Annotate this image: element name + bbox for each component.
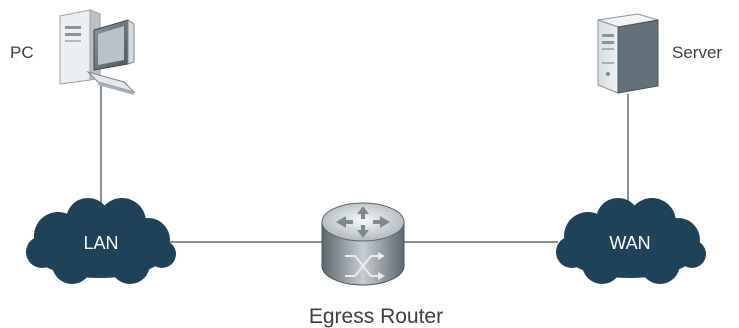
- lan-cloud: LAN: [26, 198, 176, 284]
- pc-label: PC: [10, 43, 34, 62]
- router-icon: [321, 202, 405, 286]
- server-label: Server: [672, 43, 722, 62]
- wan-label: WAN: [609, 233, 650, 253]
- router-label: Egress Router: [309, 305, 443, 328]
- tower-server-icon: [597, 13, 659, 94]
- wan-cloud: WAN: [556, 198, 706, 284]
- desktop-computer-icon: [59, 9, 136, 95]
- network-diagram: PC Server LAN WAN Egress Router: [10, 9, 722, 328]
- lan-label: LAN: [83, 233, 118, 253]
